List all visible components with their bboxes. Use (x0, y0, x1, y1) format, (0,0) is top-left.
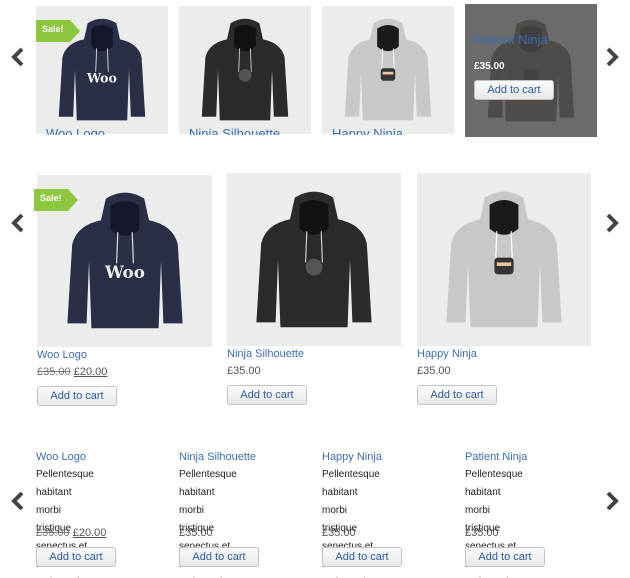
svg-text:Woo: Woo (86, 71, 117, 86)
product-title[interactable]: Woo Logo (36, 451, 86, 463)
product-slider-top: Woo Sale! Woo Logo Ninja Silhouette Happ… (0, 0, 630, 150)
product-title[interactable]: Woo Logo (46, 126, 105, 135)
product-price: £35.00 (179, 527, 213, 539)
product-title[interactable]: Ninja Silhouette (189, 126, 280, 135)
product-price: £35.00 (474, 61, 505, 72)
sale-badge: Sale! (36, 20, 82, 42)
product-image[interactable] (417, 173, 591, 346)
description-line: Pellentesque habitant (322, 469, 380, 498)
product-image[interactable] (322, 6, 454, 134)
sale-badge: Sale! (34, 189, 80, 211)
product-price: £35.00 (227, 365, 261, 377)
add-to-cart-button[interactable]: Add to cart (179, 547, 259, 567)
add-to-cart-button[interactable]: Add to cart (417, 385, 497, 405)
hoodie-icon: Woo (66, 192, 183, 329)
chevron-right-icon[interactable] (602, 208, 622, 238)
product-title[interactable]: Patient Ninja (474, 32, 548, 47)
chevron-left-icon[interactable] (8, 208, 28, 238)
add-to-cart-button[interactable]: Add to cart (465, 547, 545, 567)
hoodie-icon (446, 191, 562, 327)
old-price: £35.00 (36, 527, 70, 539)
sale-price: £20.00 (72, 527, 107, 539)
add-to-cart-button[interactable]: Add to cart (474, 80, 554, 100)
description-line: Pellentesque habitant (36, 469, 94, 498)
sale-price: £20.00 (73, 366, 108, 378)
add-to-cart-button[interactable]: Add to cart (227, 385, 307, 405)
product-image[interactable] (227, 173, 401, 346)
product-slider-middle: Woo Sale! Woo Logo £35.00 £20.00 Add to … (0, 168, 630, 413)
hoodie-icon (344, 18, 432, 121)
svg-text:Woo: Woo (104, 262, 145, 282)
product-title[interactable]: Happy Ninja (332, 126, 403, 135)
hoodie-icon (201, 18, 289, 121)
add-to-cart-button[interactable]: Add to cart (37, 386, 117, 406)
product-title[interactable]: Ninja Silhouette (179, 451, 256, 463)
product-image[interactable] (179, 6, 311, 134)
hoodie-icon (256, 191, 372, 327)
product-price: £35.00 (465, 527, 499, 539)
product-title[interactable]: Patient Ninja (465, 451, 527, 463)
product-title[interactable]: Happy Ninja (322, 451, 382, 463)
chevron-left-icon[interactable] (8, 486, 28, 516)
product-slider-bottom: Woo Logo Pellentesque habitant morbi tri… (0, 446, 630, 578)
old-price: £35.00 (37, 366, 71, 378)
chevron-right-icon[interactable] (602, 42, 622, 72)
product-price: £35.00 (322, 527, 356, 539)
product-title[interactable]: Woo Logo (37, 349, 87, 361)
add-to-cart-button[interactable]: Add to cart (36, 547, 116, 567)
product-price: £35.00 £20.00 (36, 527, 106, 539)
description-line: Pellentesque habitant (465, 469, 523, 498)
product-price: £35.00 (417, 365, 451, 377)
chevron-left-icon[interactable] (8, 42, 28, 72)
product-title[interactable]: Ninja Silhouette (227, 348, 304, 360)
product-title[interactable]: Happy Ninja (417, 348, 477, 360)
chevron-right-icon[interactable] (602, 486, 622, 516)
description-line: Pellentesque habitant (179, 469, 237, 498)
product-price: £35.00 £20.00 (37, 366, 107, 378)
add-to-cart-button[interactable]: Add to cart (322, 547, 402, 567)
